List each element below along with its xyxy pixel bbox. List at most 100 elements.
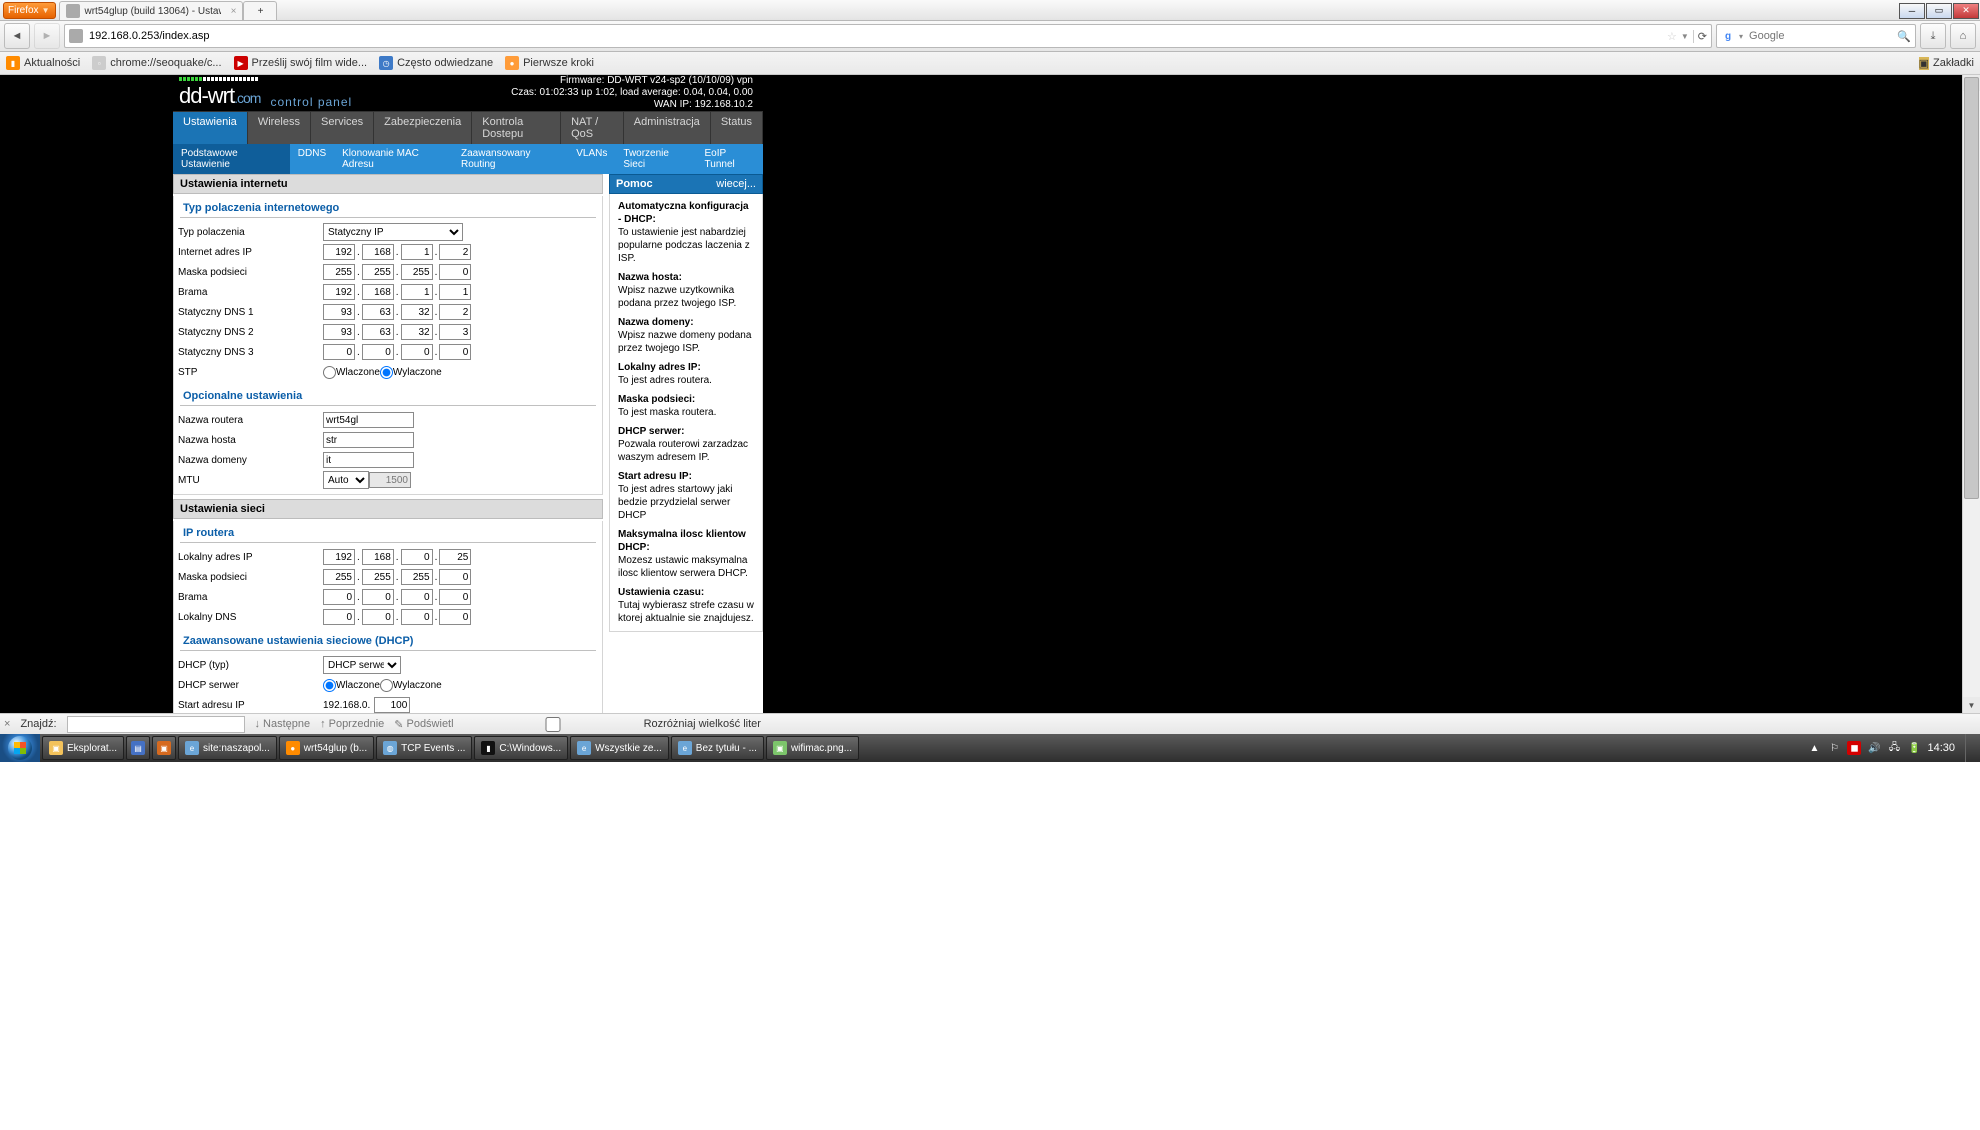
help-more-link[interactable]: wiecej... (716, 178, 756, 190)
dns1-1[interactable] (323, 304, 355, 320)
lan-mask-3[interactable] (401, 569, 433, 585)
dhcp-start-input[interactable] (374, 697, 410, 713)
domain-name-input[interactable] (323, 452, 414, 468)
search-bar[interactable]: g ▾ 🔍 (1716, 24, 1916, 48)
avira-icon[interactable]: ◼ (1847, 741, 1861, 755)
lan-dns-4[interactable] (439, 609, 471, 625)
url-bar[interactable]: ☆ ▼ ⟳ (64, 24, 1712, 48)
new-tab-button[interactable]: + (243, 1, 277, 20)
task-item[interactable]: ▣ (152, 736, 176, 760)
dns1-3[interactable] (401, 304, 433, 320)
subtab-vlan[interactable]: VLANs (568, 144, 615, 174)
dns3-4[interactable] (439, 344, 471, 360)
findbar-next-button[interactable]: ↓ Następne (255, 718, 311, 730)
task-item[interactable]: eBez tytułu - ... (671, 736, 764, 760)
back-button[interactable]: ◄ (4, 23, 30, 49)
wan-mask-3[interactable] (401, 264, 433, 280)
tab-ustawienia[interactable]: Ustawienia (173, 112, 248, 144)
task-item[interactable]: ◍TCP Events ... (376, 736, 472, 760)
power-icon[interactable]: 🔋 (1907, 741, 1921, 755)
task-item[interactable]: ▣wifimac.png... (766, 736, 859, 760)
wan-ip-1[interactable] (323, 244, 355, 260)
dns3-3[interactable] (401, 344, 433, 360)
lan-gw-3[interactable] (401, 589, 433, 605)
bookmark-item[interactable]: ▫chrome://seoquake/c... (92, 56, 221, 70)
reload-icon[interactable]: ⟳ (1693, 30, 1707, 43)
wan-ip-2[interactable] (362, 244, 394, 260)
wan-mask-1[interactable] (323, 264, 355, 280)
wan-ip-4[interactable] (439, 244, 471, 260)
firefox-menu-button[interactable]: Firefox ▼ (3, 2, 56, 19)
dns2-3[interactable] (401, 324, 433, 340)
close-tab-icon[interactable]: × (231, 6, 237, 17)
task-item[interactable]: esite:naszapol... (178, 736, 277, 760)
findbar-highlight-button[interactable]: ✎ Podświetl (394, 718, 453, 731)
task-item[interactable]: ▤ (126, 736, 150, 760)
dropdown-icon[interactable]: ▼ (1681, 32, 1689, 41)
subtab-networking[interactable]: Tworzenie Sieci (615, 144, 696, 174)
dhcp-on-radio[interactable] (323, 679, 336, 692)
task-item[interactable]: ▮C:\Windows... (474, 736, 568, 760)
lan-mask-4[interactable] (439, 569, 471, 585)
wan-gw-2[interactable] (362, 284, 394, 300)
task-item[interactable]: ●wrt54glup (b... (279, 736, 374, 760)
findbar-case-checkbox[interactable]: Rozróżniaj wielkość liter (464, 714, 761, 735)
stp-off-radio[interactable] (380, 366, 393, 379)
show-desktop-button[interactable] (1965, 734, 1974, 762)
lan-dns-1[interactable] (323, 609, 355, 625)
network-icon[interactable]: 🖧 (1887, 741, 1901, 755)
bookmark-item[interactable]: ●Pierwsze kroki (505, 56, 594, 70)
dns1-2[interactable] (362, 304, 394, 320)
host-name-input[interactable] (323, 432, 414, 448)
findbar-close-icon[interactable]: × (4, 718, 10, 730)
findbar-input[interactable] (67, 716, 245, 733)
window-close-button[interactable]: ✕ (1953, 3, 1979, 19)
subtab-mac[interactable]: Klonowanie MAC Adresu (334, 144, 453, 174)
wan-mask-2[interactable] (362, 264, 394, 280)
lan-dns-3[interactable] (401, 609, 433, 625)
forward-button[interactable]: ► (34, 23, 60, 49)
home-button[interactable]: ⌂ (1950, 23, 1976, 49)
dhcp-type-select[interactable]: DHCP serwer (323, 656, 401, 674)
tab-services[interactable]: Services (311, 112, 374, 144)
connection-type-select[interactable]: Statyczny IP (323, 223, 463, 241)
bookmark-star-icon[interactable]: ☆ (1667, 30, 1677, 43)
subtab-eoip[interactable]: EoIP Tunnel (697, 144, 764, 174)
wan-mask-4[interactable] (439, 264, 471, 280)
lan-ip-3[interactable] (401, 549, 433, 565)
wan-gw-3[interactable] (401, 284, 433, 300)
lan-mask-2[interactable] (362, 569, 394, 585)
wan-ip-3[interactable] (401, 244, 433, 260)
start-button[interactable] (0, 734, 40, 762)
bookmark-item[interactable]: ▮Aktualności (6, 56, 80, 70)
url-input[interactable] (87, 29, 1663, 43)
scroll-down-icon[interactable]: ▼ (1963, 697, 1980, 713)
subtab-routing[interactable]: Zaawansowany Routing (453, 144, 568, 174)
lan-dns-2[interactable] (362, 609, 394, 625)
task-item[interactable]: eWszystkie ze... (570, 736, 669, 760)
stp-on-radio[interactable] (323, 366, 336, 379)
wan-gw-4[interactable] (439, 284, 471, 300)
search-dropdown-icon[interactable]: ▾ (1739, 32, 1743, 41)
downloads-button[interactable]: ⤓ (1920, 23, 1946, 49)
tab-nat[interactable]: NAT / QoS (561, 112, 624, 144)
clock[interactable]: 14:30 (1927, 742, 1955, 754)
tab-admin[interactable]: Administracja (624, 112, 711, 144)
task-item[interactable]: ▣Eksplorat... (42, 736, 124, 760)
lan-ip-4[interactable] (439, 549, 471, 565)
lan-gw-2[interactable] (362, 589, 394, 605)
tab-status[interactable]: Status (711, 112, 763, 144)
volume-icon[interactable]: 🔊 (1867, 741, 1881, 755)
lan-gw-4[interactable] (439, 589, 471, 605)
dns3-1[interactable] (323, 344, 355, 360)
wan-gw-1[interactable] (323, 284, 355, 300)
lan-ip-2[interactable] (362, 549, 394, 565)
browser-tab[interactable]: wrt54glup (build 13064) - Ustawienia × (59, 1, 243, 20)
search-icon[interactable]: 🔍 (1897, 30, 1911, 43)
dns2-2[interactable] (362, 324, 394, 340)
dns2-4[interactable] (439, 324, 471, 340)
router-name-input[interactable] (323, 412, 414, 428)
window-maximize-button[interactable]: ▭ (1926, 3, 1952, 19)
subtab-basic[interactable]: Podstawowe Ustawienie (173, 144, 290, 174)
lan-gw-1[interactable] (323, 589, 355, 605)
